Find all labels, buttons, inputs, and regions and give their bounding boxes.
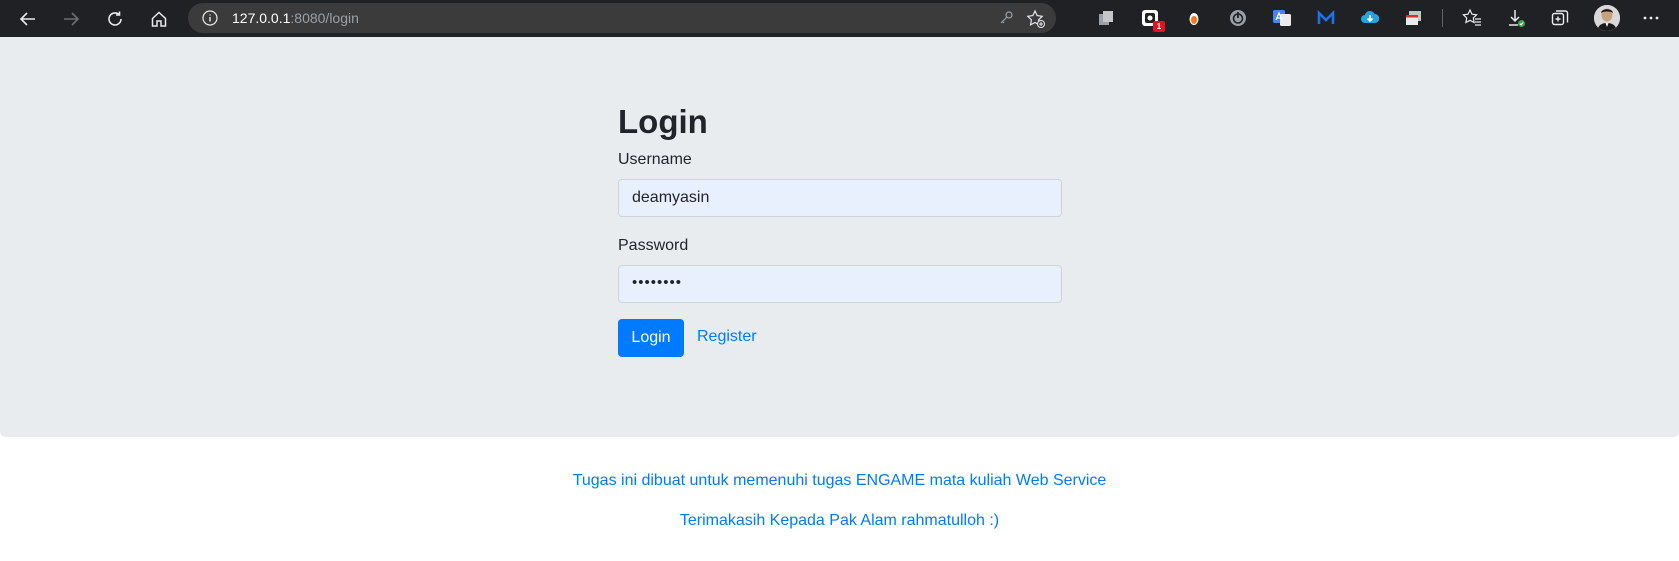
extension-collections[interactable] <box>1096 8 1116 28</box>
collections-icon <box>1551 10 1569 26</box>
page-title: Login <box>618 103 708 140</box>
username-label: Username <box>618 151 692 168</box>
address-url[interactable]: 127.0.0.1:8080/login <box>232 10 359 26</box>
power-icon <box>1230 10 1246 26</box>
flame-icon <box>1189 13 1199 25</box>
cloud-download-icon <box>1361 10 1380 23</box>
arrow-left-icon <box>19 12 35 26</box>
browser-toolbar: 127.0.0.1:8080/login 1 <box>0 0 1679 37</box>
add-favorite-icon[interactable] <box>1026 9 1046 29</box>
extension-cloud-download[interactable] <box>1360 8 1380 28</box>
translate-icon <box>1273 10 1291 26</box>
extension-orange[interactable] <box>1184 8 1204 28</box>
collections-button[interactable] <box>1550 8 1570 28</box>
footer-line-1: Tugas ini dibuat untuk memenuhi tugas EN… <box>572 472 1107 489</box>
profile-picture-icon <box>1594 5 1620 31</box>
address-bar[interactable]: 127.0.0.1:8080/login <box>188 3 1056 33</box>
m-logo-icon <box>1317 9 1335 24</box>
extension-translate[interactable] <box>1272 8 1292 28</box>
window-icon <box>1406 11 1421 25</box>
home-button[interactable] <box>144 4 174 34</box>
toolbar-separator <box>1442 9 1443 27</box>
more-horizontal-icon <box>1643 16 1659 20</box>
footer-line-2: Terimakasih Kepada Pak Alam rahmatulloh … <box>679 512 1000 529</box>
info-icon[interactable] <box>202 10 218 26</box>
login-button[interactable]: Login <box>618 319 684 357</box>
downloads-button[interactable] <box>1506 8 1526 28</box>
home-icon <box>151 11 167 27</box>
extension-badged[interactable]: 1 <box>1140 8 1165 32</box>
password-input[interactable]: •••••••• <box>618 265 1062 303</box>
forward-button[interactable] <box>56 4 86 34</box>
copy-pages-icon <box>1099 11 1113 25</box>
jumbotron <box>0 37 1679 437</box>
back-button[interactable] <box>13 4 43 34</box>
download-icon <box>1509 10 1525 27</box>
password-label: Password <box>618 237 689 254</box>
refresh-icon <box>108 11 122 26</box>
favorites-button[interactable] <box>1462 8 1482 28</box>
settings-more-button[interactable] <box>1641 8 1661 28</box>
profile-avatar[interactable] <box>1594 5 1620 31</box>
username-input[interactable]: deamyasin <box>618 179 1062 217</box>
key-icon[interactable] <box>998 10 1014 26</box>
extension-window[interactable] <box>1404 8 1424 28</box>
arrow-right-icon <box>64 12 80 26</box>
extension-m[interactable] <box>1316 8 1336 28</box>
register-link[interactable]: Register <box>697 328 757 346</box>
url-path: :8080/login <box>290 10 359 26</box>
extension-power[interactable] <box>1228 8 1248 28</box>
extension-badge: 1 <box>1153 21 1165 32</box>
refresh-button[interactable] <box>100 4 130 34</box>
favorites-icon <box>1462 8 1481 26</box>
url-host: 127.0.0.1 <box>232 10 291 26</box>
